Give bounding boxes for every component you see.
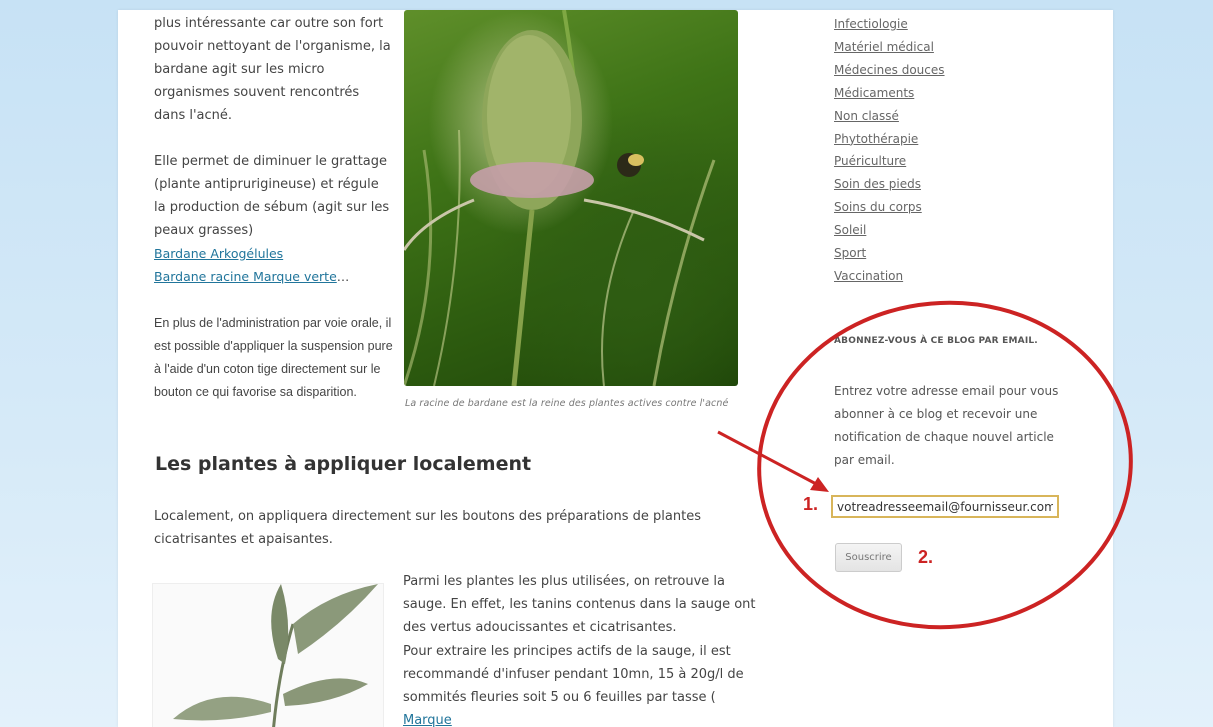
paragraph-6-text: Pour extraire les principes actifs de la… — [403, 644, 744, 705]
article-paragraph-6: Pour extraire les principes actifs de la… — [403, 640, 758, 727]
category-item[interactable]: Soin des pieds — [834, 173, 945, 196]
category-item[interactable]: Puériculture — [834, 150, 945, 173]
category-item[interactable]: Non classé — [834, 105, 945, 128]
teasel-flower-illustration — [404, 10, 716, 386]
product-link-marque-verte[interactable]: Bardane racine Marque verte — [154, 269, 337, 284]
category-item[interactable]: Médecines douces — [834, 59, 945, 82]
category-link-sport[interactable]: Sport — [834, 246, 866, 260]
category-link-medicaments[interactable]: Médicaments — [834, 86, 914, 100]
image-caption: La racine de bardane est la reine des pl… — [405, 398, 729, 409]
email-input[interactable] — [831, 495, 1059, 518]
category-link-soleil[interactable]: Soleil — [834, 223, 866, 237]
category-item[interactable]: Vaccination — [834, 265, 945, 288]
product-link-arkogelules[interactable]: Bardane Arkogélules — [154, 246, 283, 261]
step-2-marker: 2. — [918, 547, 934, 567]
category-link-infectiologie[interactable]: Infectiologie — [834, 17, 908, 31]
section-heading: Les plantes à appliquer localement — [155, 453, 532, 475]
category-item[interactable]: Soleil — [834, 219, 945, 242]
sage-image — [152, 583, 384, 727]
article-paragraph-2: Elle permet de diminuer le grattage (pla… — [154, 154, 390, 238]
category-link-phytotherapie[interactable]: Phytothérapie — [834, 132, 918, 146]
category-link-medecines-douces[interactable]: Médecines douces — [834, 63, 945, 77]
article-paragraph-1: plus intéressante car outre son fort pou… — [154, 16, 391, 123]
marque-link[interactable]: Marque — [403, 713, 452, 727]
category-item[interactable]: Phytothérapie — [834, 128, 945, 151]
category-item[interactable]: Soins du corps — [834, 196, 945, 219]
category-link-puericulture[interactable]: Puériculture — [834, 154, 906, 168]
article-paragraph-3: En plus de l'administration par voie ora… — [154, 316, 393, 399]
step-1-marker: 1. — [803, 494, 819, 514]
category-link-non-classe[interactable]: Non classé — [834, 109, 899, 123]
link-suffix: … — [336, 269, 350, 284]
category-list: Infectiologie Matériel médical Médecines… — [834, 13, 945, 288]
page-content: plus intéressante car outre son fort pou… — [118, 10, 1113, 727]
subscribe-button[interactable]: Souscrire — [835, 543, 902, 572]
category-item[interactable]: Matériel médical — [834, 36, 945, 59]
subscribe-widget-description: Entrez votre adresse email pour vous abo… — [834, 384, 1059, 467]
category-link-soins-du-corps[interactable]: Soins du corps — [834, 200, 922, 214]
article-links: Bardane Arkogélules Bardane racine Marqu… — [154, 242, 349, 288]
article-paragraph-5: Parmi les plantes les plus utilisées, on… — [403, 574, 756, 635]
category-link-vaccination[interactable]: Vaccination — [834, 269, 903, 283]
category-link-materiel-medical[interactable]: Matériel médical — [834, 40, 934, 54]
sage-leaf-illustration — [173, 584, 378, 727]
category-item[interactable]: Médicaments — [834, 82, 945, 105]
teasel-photo — [404, 10, 738, 386]
article-paragraph-4: Localement, on appliquera directement su… — [154, 509, 701, 547]
category-item[interactable]: Sport — [834, 242, 945, 265]
subscribe-widget-title: ABONNEZ-VOUS À CE BLOG PAR EMAIL. — [834, 336, 1038, 346]
category-link-soin-des-pieds[interactable]: Soin des pieds — [834, 177, 921, 191]
category-item[interactable]: Infectiologie — [834, 13, 945, 36]
